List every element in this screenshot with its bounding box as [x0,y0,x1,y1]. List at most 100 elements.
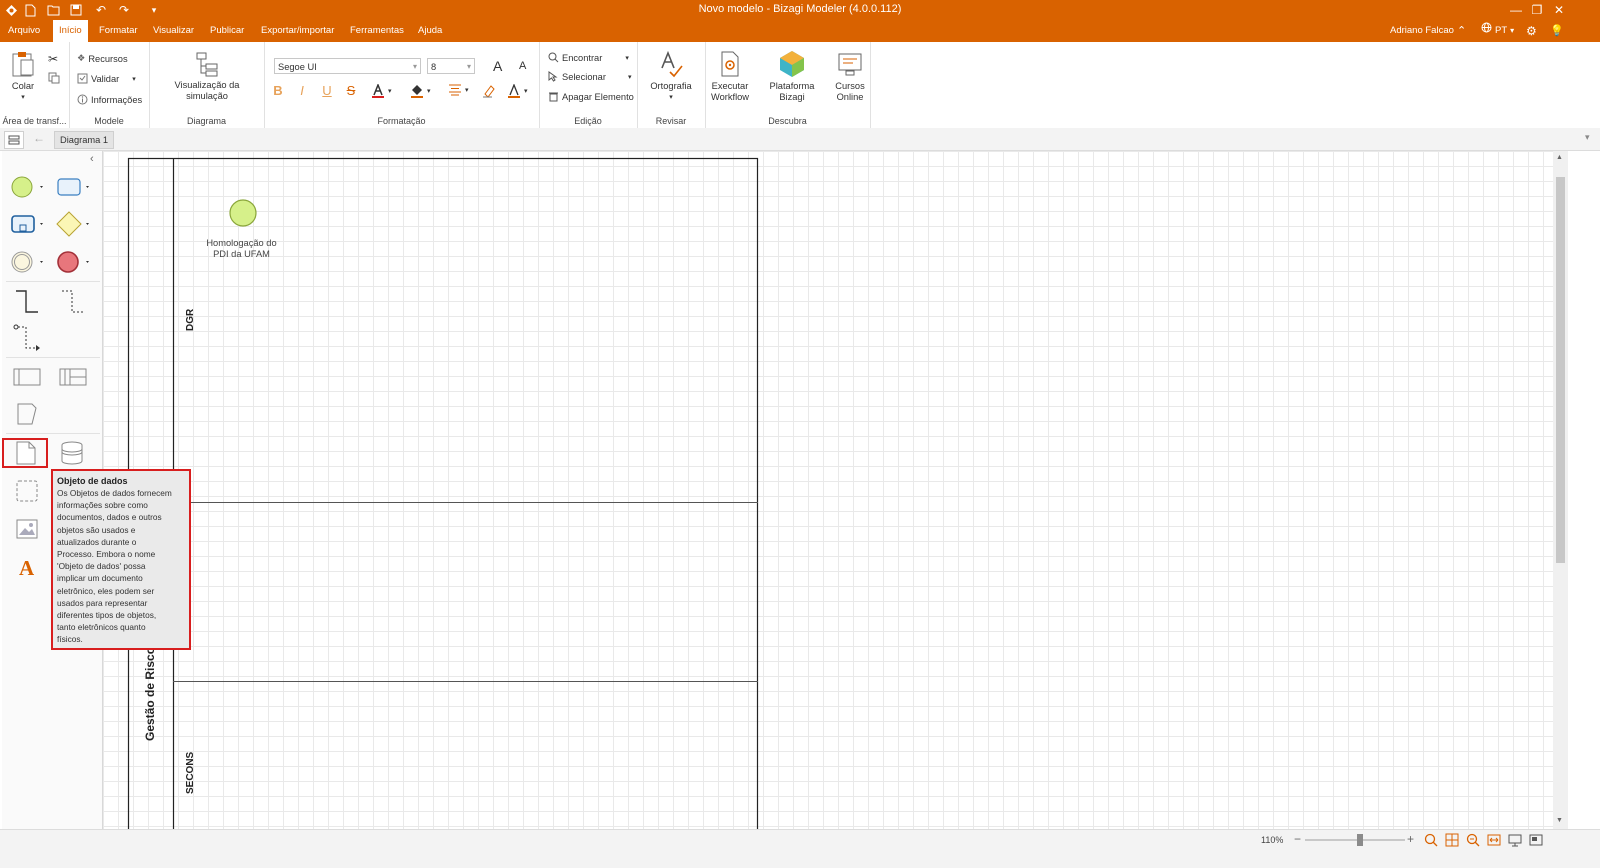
chevron-down-icon: ▾ [1510,26,1515,35]
underline-button[interactable]: U [319,83,335,98]
end-event-tool[interactable] [56,249,96,278]
simulation-icon [196,52,218,77]
select-button[interactable]: Selecionar ▾ [548,71,631,82]
diagram-group: Visualização da simulação Diagrama [149,42,265,128]
message-flow-tool[interactable] [12,324,42,355]
tab-publicar[interactable]: Publicar [206,20,248,42]
zoom-slider-thumb[interactable] [1357,834,1363,846]
italic-button[interactable]: I [294,83,310,98]
spelling-button[interactable]: Ortografia ▾ [643,50,699,103]
validate-label: Validar [91,73,120,84]
tab-list-chevron-icon[interactable]: ▾ [1585,132,1590,143]
collapse-ribbon-icon[interactable]: ⌃ [1457,20,1466,42]
vertical-scrollbar[interactable]: ▲ ▼ [1553,151,1568,829]
strikethrough-button[interactable]: S [343,83,359,98]
font-family-select[interactable]: Segoe UI ▾ [274,58,421,74]
lane-tool[interactable] [58,365,88,392]
document-tab-bar: ← Diagrama 1 ▾ [0,128,1600,151]
tab-ajuda[interactable]: Ajuda [414,20,446,42]
lane-label-dgr[interactable]: DGR [185,309,196,331]
zoom-in-icon[interactable]: + [1407,832,1414,846]
bizagi-platform-icon [780,51,804,77]
zoom-fit-icon[interactable] [1466,833,1480,847]
gear-icon[interactable]: ⚙ [1526,20,1537,42]
gateway-tool[interactable] [56,211,96,240]
intermediate-event-tool[interactable] [10,249,50,278]
spelling-icon [661,50,683,78]
text-icon: A [19,556,35,580]
line-color-button[interactable]: ▾ [507,84,528,98]
trash-icon [549,92,558,102]
validate-button[interactable]: Validar ▾ [77,73,136,84]
diagram-canvas[interactable]: Homologação do PDI da UFAM DGR SECONS Ge… [103,151,1553,829]
align-icon [449,84,461,96]
bizagi-platform-label: Plataforma Bizagi [769,81,815,102]
execute-workflow-button[interactable]: Executar Workflow [708,50,752,103]
bold-button[interactable]: B [270,83,286,98]
fill-color-button[interactable]: ▾ [410,84,431,98]
user-name[interactable]: Adriano Falcao [1390,20,1454,42]
zoom-out-icon[interactable]: − [1294,832,1301,846]
collapse-palette-icon[interactable]: ‹ [90,153,94,165]
start-event-tool[interactable] [10,174,50,203]
bizagi-platform-button[interactable]: Plataforma Bizagi [756,50,828,103]
cut-icon[interactable]: ✂ [48,52,58,66]
presentation-icon[interactable] [1508,833,1522,847]
data-store-tool[interactable] [59,440,85,469]
pool-tool[interactable] [12,365,42,392]
scroll-thumb[interactable] [1556,177,1565,563]
subprocess-tool[interactable] [10,211,50,240]
paste-button[interactable]: Colar ▾ [8,50,38,103]
sequence-flow-tool[interactable] [12,288,42,319]
shrink-font-button[interactable]: A [519,60,526,72]
grow-font-button[interactable]: A [493,58,502,74]
task-icon [57,178,89,196]
image-tool[interactable] [15,517,39,544]
close-button[interactable]: ✕ [1548,1,1570,19]
select-cursor-icon [548,71,558,82]
scroll-up-icon[interactable]: ▲ [1556,154,1563,161]
tab-exportar[interactable]: Exportar/importar [257,20,338,42]
find-button[interactable]: Encontrar ▾ [548,52,629,63]
diagram-list-icon[interactable] [4,131,24,149]
language-label: PT [1495,25,1508,36]
lightbulb-icon[interactable]: 💡 [1550,20,1564,42]
text-tool[interactable]: A [17,555,39,582]
overview-icon[interactable] [1529,833,1543,847]
clear-format-icon[interactable] [482,84,496,98]
association-tool[interactable] [58,288,88,319]
tab-arquivo[interactable]: Arquivo [4,20,44,42]
online-courses-button[interactable]: Cursos Online [831,50,869,103]
online-courses-label-1: Cursos [835,81,865,91]
resources-button[interactable]: ❖ Recursos [77,53,128,64]
tab-diagrama-1[interactable]: Diagrama 1 [54,131,115,149]
language-selector[interactable]: PT ▾ [1481,20,1514,42]
tab-formatar[interactable]: Formatar [95,20,142,42]
zoom-search-icon[interactable] [1424,833,1438,847]
fit-page-icon[interactable] [1445,833,1459,847]
pool-label[interactable]: Gestão de Risco [143,647,157,741]
copy-icon[interactable] [48,72,60,84]
info-button[interactable]: Informações [77,94,142,105]
font-color-button[interactable]: ▾ [371,84,392,98]
align-button[interactable]: ▾ [448,84,469,96]
task-tool[interactable] [56,174,96,203]
zoom-slider[interactable] [1305,834,1405,846]
font-size-select[interactable]: 8 ▾ [427,58,475,74]
group-tool[interactable] [15,479,39,506]
tab-ferramentas[interactable]: Ferramentas [346,20,408,42]
minimize-button[interactable]: — [1505,1,1527,19]
delete-element-button[interactable]: Apagar Elemento [548,91,634,102]
restore-button[interactable]: ❐ [1526,1,1548,19]
back-arrow-icon[interactable]: ← [33,131,45,145]
tab-inicio[interactable]: Início [53,20,88,42]
tab-visualizar[interactable]: Visualizar [149,20,198,42]
annotation-tool[interactable] [15,401,39,430]
simulation-view-button[interactable]: Visualização da simulação [153,51,261,102]
subprocess-icon [11,215,43,233]
line-color-icon [508,84,520,98]
fit-width-icon[interactable] [1487,833,1501,847]
lane-label-secons[interactable]: SECONS [185,752,196,794]
start-event-label[interactable]: Homologação do PDI da UFAM [189,238,294,260]
scroll-down-icon[interactable]: ▼ [1556,817,1563,824]
